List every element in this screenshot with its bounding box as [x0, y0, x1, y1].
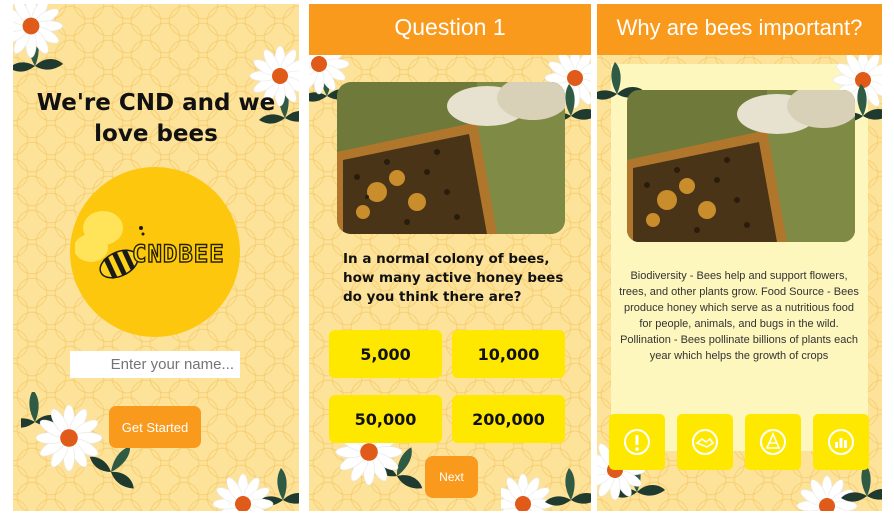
handshake-icon — [692, 429, 718, 455]
title-line: love bees — [94, 121, 218, 147]
hive-icon-button[interactable] — [745, 414, 801, 470]
name-input[interactable] — [70, 351, 240, 378]
handshake-icon-button[interactable] — [677, 414, 733, 470]
info-screen: Why are bees important? Biodiversity - B… — [597, 4, 882, 511]
next-button[interactable]: Next — [425, 456, 478, 498]
daisy-decoration-icon — [213, 468, 299, 511]
answer-option[interactable]: 5,000 — [329, 330, 442, 378]
answer-option[interactable]: 200,000 — [452, 395, 565, 443]
title-line: We're CND and we — [36, 90, 276, 116]
beehive-frame-photo — [337, 82, 565, 234]
alert-icon-button[interactable] — [609, 414, 665, 470]
daisy-decoration-icon — [797, 466, 882, 511]
answer-option[interactable]: 10,000 — [452, 330, 565, 378]
info-text: Biodiversity - Bees help and support flo… — [619, 270, 859, 362]
page-title: We're CND and we love bees — [13, 88, 299, 150]
daisy-decoration-icon — [501, 468, 591, 511]
alert-icon — [624, 429, 650, 455]
info-header: Why are bees important? — [597, 4, 882, 55]
question-header: Question 1 — [309, 4, 591, 55]
get-started-button[interactable]: Get Started — [109, 406, 201, 448]
answer-option[interactable]: 50,000 — [329, 395, 442, 443]
daisy-decoration-icon — [13, 4, 64, 72]
beehive-frame-photo — [627, 90, 855, 242]
hive-icon — [760, 429, 786, 455]
chart-icon-button[interactable] — [813, 414, 869, 470]
question-screen: Question 1 In a normal colony of bees, h… — [309, 4, 591, 511]
question-text: In a normal colony of bees, how many act… — [343, 251, 564, 305]
chart-icon — [828, 429, 854, 455]
logo-text: CNDBEE — [131, 239, 225, 268]
welcome-screen: We're CND and we love bees CNDBEE Get St… — [13, 4, 299, 511]
